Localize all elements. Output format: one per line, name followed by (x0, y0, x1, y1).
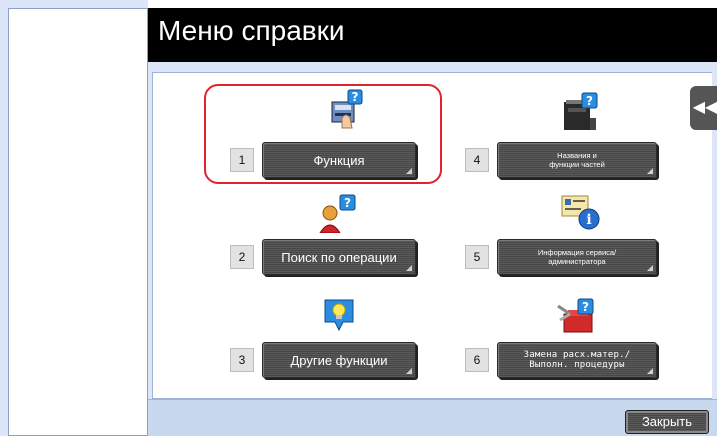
svg-text:i: i (586, 212, 591, 228)
item-number: 3 (230, 348, 254, 372)
other-functions-icon (324, 298, 354, 332)
button-label: Названия и функции частей (549, 151, 605, 169)
item-number: 2 (230, 245, 254, 269)
service-info-icon: i (561, 195, 601, 231)
menu-item-3[interactable]: 3 Другие функции (230, 342, 416, 378)
selection-highlight (204, 84, 442, 184)
svg-text:?: ? (344, 196, 351, 210)
operation-search-icon: ? (318, 193, 358, 234)
svg-text:?: ? (582, 300, 589, 314)
close-button[interactable]: Закрыть (625, 410, 709, 434)
operation-search-button[interactable]: Поиск по операции (262, 239, 416, 275)
machine-parts-icon: ? (562, 92, 600, 132)
collapse-panel-tab[interactable]: ◀◀ (690, 86, 717, 130)
item-number: 6 (465, 348, 489, 372)
left-blank-pane (8, 8, 148, 436)
parts-names-button[interactable]: Названия и функции частей (497, 142, 657, 178)
menu-item-4[interactable]: 4 Названия и функции частей (465, 142, 658, 178)
service-info-button[interactable]: Информация сервиса/администратора (497, 239, 657, 275)
replace-consumables-icon: ? (556, 298, 596, 334)
replace-consumables-button[interactable]: Замена расх.матер./Выполн. процедуры (497, 342, 657, 378)
other-functions-button[interactable]: Другие функции (262, 342, 416, 378)
menu-item-6[interactable]: 6 Замена расх.матер./Выполн. процедуры (465, 342, 658, 378)
button-label: Информация сервиса/администратора (537, 248, 617, 266)
button-label: Другие функции (290, 352, 388, 368)
item-number: 5 (465, 245, 489, 269)
menu-item-5[interactable]: 5 Информация сервиса/администратора (465, 239, 658, 275)
button-label: Замена расх.матер./Выполн. процедуры (523, 350, 631, 370)
left-panel (0, 0, 148, 436)
page-title: Меню справки (148, 8, 717, 62)
button-label: Поиск по операции (281, 249, 397, 265)
item-number: 4 (465, 148, 489, 172)
menu-item-2[interactable]: 2 Поиск по операции (230, 239, 416, 275)
svg-text:?: ? (586, 94, 593, 108)
